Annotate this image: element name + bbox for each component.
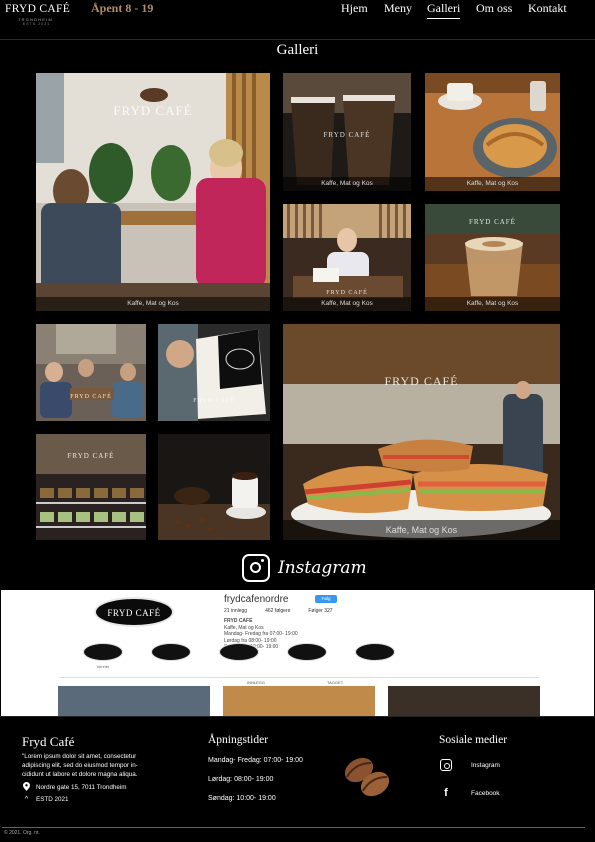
footer-instagram-link[interactable]: Instagram [439,758,500,772]
nav-kontakt[interactable]: Kontakt [528,1,567,16]
coffee-bag-photo [158,324,270,421]
instagram-avatar[interactable]: FRYD CAFÉ [94,597,174,627]
gallery-caption: Kaffe, Mat og Kos [283,177,411,191]
instagram-highlight[interactable] [287,643,327,661]
instagram-highlight[interactable] [83,643,123,661]
pastry-photo [425,73,560,191]
instagram-embed[interactable]: FRYD CAFÉ frydcafenordre Følg 21 innlegg… [1,590,594,716]
instagram-following-count[interactable]: Følger 327 [308,608,332,614]
footer-brand: Fryd Café [22,734,75,749]
gallery-caption: Kaffe, Mat og Kos [425,177,560,191]
nav-meny[interactable]: Meny [384,1,412,16]
sandwiches-photo [283,324,560,540]
nav-hjem[interactable]: Hjem [341,1,368,16]
location-pin-icon [22,782,31,793]
gallery-image-latte[interactable]: FRYD CAFÉ Kaffe, Mat og Kos [425,204,560,311]
instagram-followers-count[interactable]: 462 følgere [265,608,290,614]
gallery-watermark: FRYD CAFÉ [469,218,516,226]
footer-description: "Lorem ipsum dolor sit amet, consectetur… [22,753,138,778]
site-header: FRYD CAFÉ TRONDHEIM ESTD 2021 Åpent 8 - … [0,0,595,40]
instagram-icon [440,759,452,771]
gallery-watermark: FRYD CAFÉ [70,394,112,400]
footer-hours-weekday: Mandag- Fredag: 07:00- 19:00 [208,757,303,764]
gallery-watermark: FRYD CAFÉ [193,398,235,404]
instagram-bio-line: Mandag- Fredag fra 07:00- 19:00 [224,631,298,637]
facebook-icon: f [444,787,448,799]
gallery-image-coffee-bag[interactable]: FRYD CAFÉ [158,324,270,421]
instagram-post[interactable] [223,686,375,716]
cup-beans-photo [158,434,270,540]
gallery-image-cup-beans[interactable] [158,434,270,540]
instagram-tab-tagged[interactable]: TAGGET [327,680,343,685]
logo-name: FRYD CAFÉ [5,3,71,15]
gallery-image-display-case[interactable]: FRYD CAFÉ [36,434,146,540]
instagram-tab-posts[interactable]: INNLEGG [247,680,265,685]
site-footer: Fryd Café "Lorem ipsum dolor sit amet, c… [0,716,595,842]
footer-hours-title: Åpningstider [208,734,269,746]
footer-hours-sunday: Søndag: 10:00- 19:00 [208,795,276,802]
gallery-caption: Kaffe, Mat og Kos [425,297,560,311]
gallery-image-group[interactable]: FRYD CAFÉ [36,324,146,421]
coffee-beans-icon [344,757,390,797]
footer-address: Nordre gate 15, 7011 Trondheim [22,782,127,793]
gallery-image-pastry[interactable]: Kaffe, Mat og Kos [425,73,560,191]
gallery-image-sandwiches[interactable]: FRYD CAFÉ Kaffe, Mat og Kos [283,324,560,540]
gallery-watermark: FRYD CAFÉ [113,103,193,118]
gallery-watermark: FRYD CAFÉ [67,452,115,460]
footer-divider [2,827,585,828]
gallery-caption: Kaffe, Mat og Kos [36,297,270,311]
footer-address-text: Nordre gate 15, 7011 Trondheim [36,784,127,791]
instagram-stats: 21 innlegg 462 følgere Følger 327 [224,608,333,614]
footer-facebook-label: Facebook [471,789,500,797]
instagram-tabs: INNLEGG TAGGET [59,677,539,685]
footer-estd-text: ESTD 2021 [36,796,69,803]
footer-instagram-label: Instagram [471,761,500,769]
instagram-follow-button[interactable]: Følg [315,595,337,603]
instagram-title: Instagram [278,558,367,578]
instagram-posts-count: 21 innlegg [224,608,248,614]
logo-estd: ESTD 2021 [23,22,51,26]
gallery-title: Galleri [276,42,319,58]
instagram-post[interactable] [58,686,210,716]
gallery-caption: Kaffe, Mat og Kos [283,520,560,540]
gallery-caption: Kaffe, Mat og Kos [283,297,411,311]
instagram-highlight[interactable] [355,643,395,661]
gallery-watermark: FRYD CAFÉ [384,374,459,388]
footer-hours-saturday: Lørdag: 08:00- 19:00 [208,776,274,783]
instagram-highlight-label: Venner [96,664,110,669]
nav-galleri[interactable]: Galleri [427,1,461,19]
footer-social-title: Sosiale medier [439,734,508,746]
nav-om-oss[interactable]: Om oss [476,1,512,16]
footer-facebook-link[interactable]: f Facebook [439,786,500,800]
instagram-highlight[interactable] [219,643,259,661]
open-hours: Åpent 8 - 19 [91,1,154,15]
footer-copyright: © 2021. Org. nr. [4,830,40,836]
gallery-image-coffee-cups[interactable]: FRYD CAFÉ Kaffe, Mat og Kos [283,73,411,191]
caret-up-icon: ^ [24,796,29,803]
footer-estd: ^ ESTD 2021 [22,796,69,803]
logo[interactable]: FRYD CAFÉ TRONDHEIM ESTD 2021 [5,3,71,35]
instagram-post[interactable] [388,686,540,716]
instagram-highlight[interactable] [151,643,191,661]
instagram-username[interactable]: frydcafenordre [224,594,288,605]
display-case-photo [36,434,146,540]
gallery-watermark: FRYD CAFÉ [326,290,368,296]
gallery-image-woman-reading[interactable]: FRYD CAFÉ Kaffe, Mat og Kos [283,204,411,311]
group-photo [36,324,146,421]
gallery-image-couple[interactable]: FRYD CAFÉ Kaffe, Mat og Kos [36,73,270,311]
instagram-heading[interactable]: Instagram [242,553,367,583]
gallery-watermark: FRYD CAFÉ [323,131,371,139]
instagram-icon [242,554,270,582]
